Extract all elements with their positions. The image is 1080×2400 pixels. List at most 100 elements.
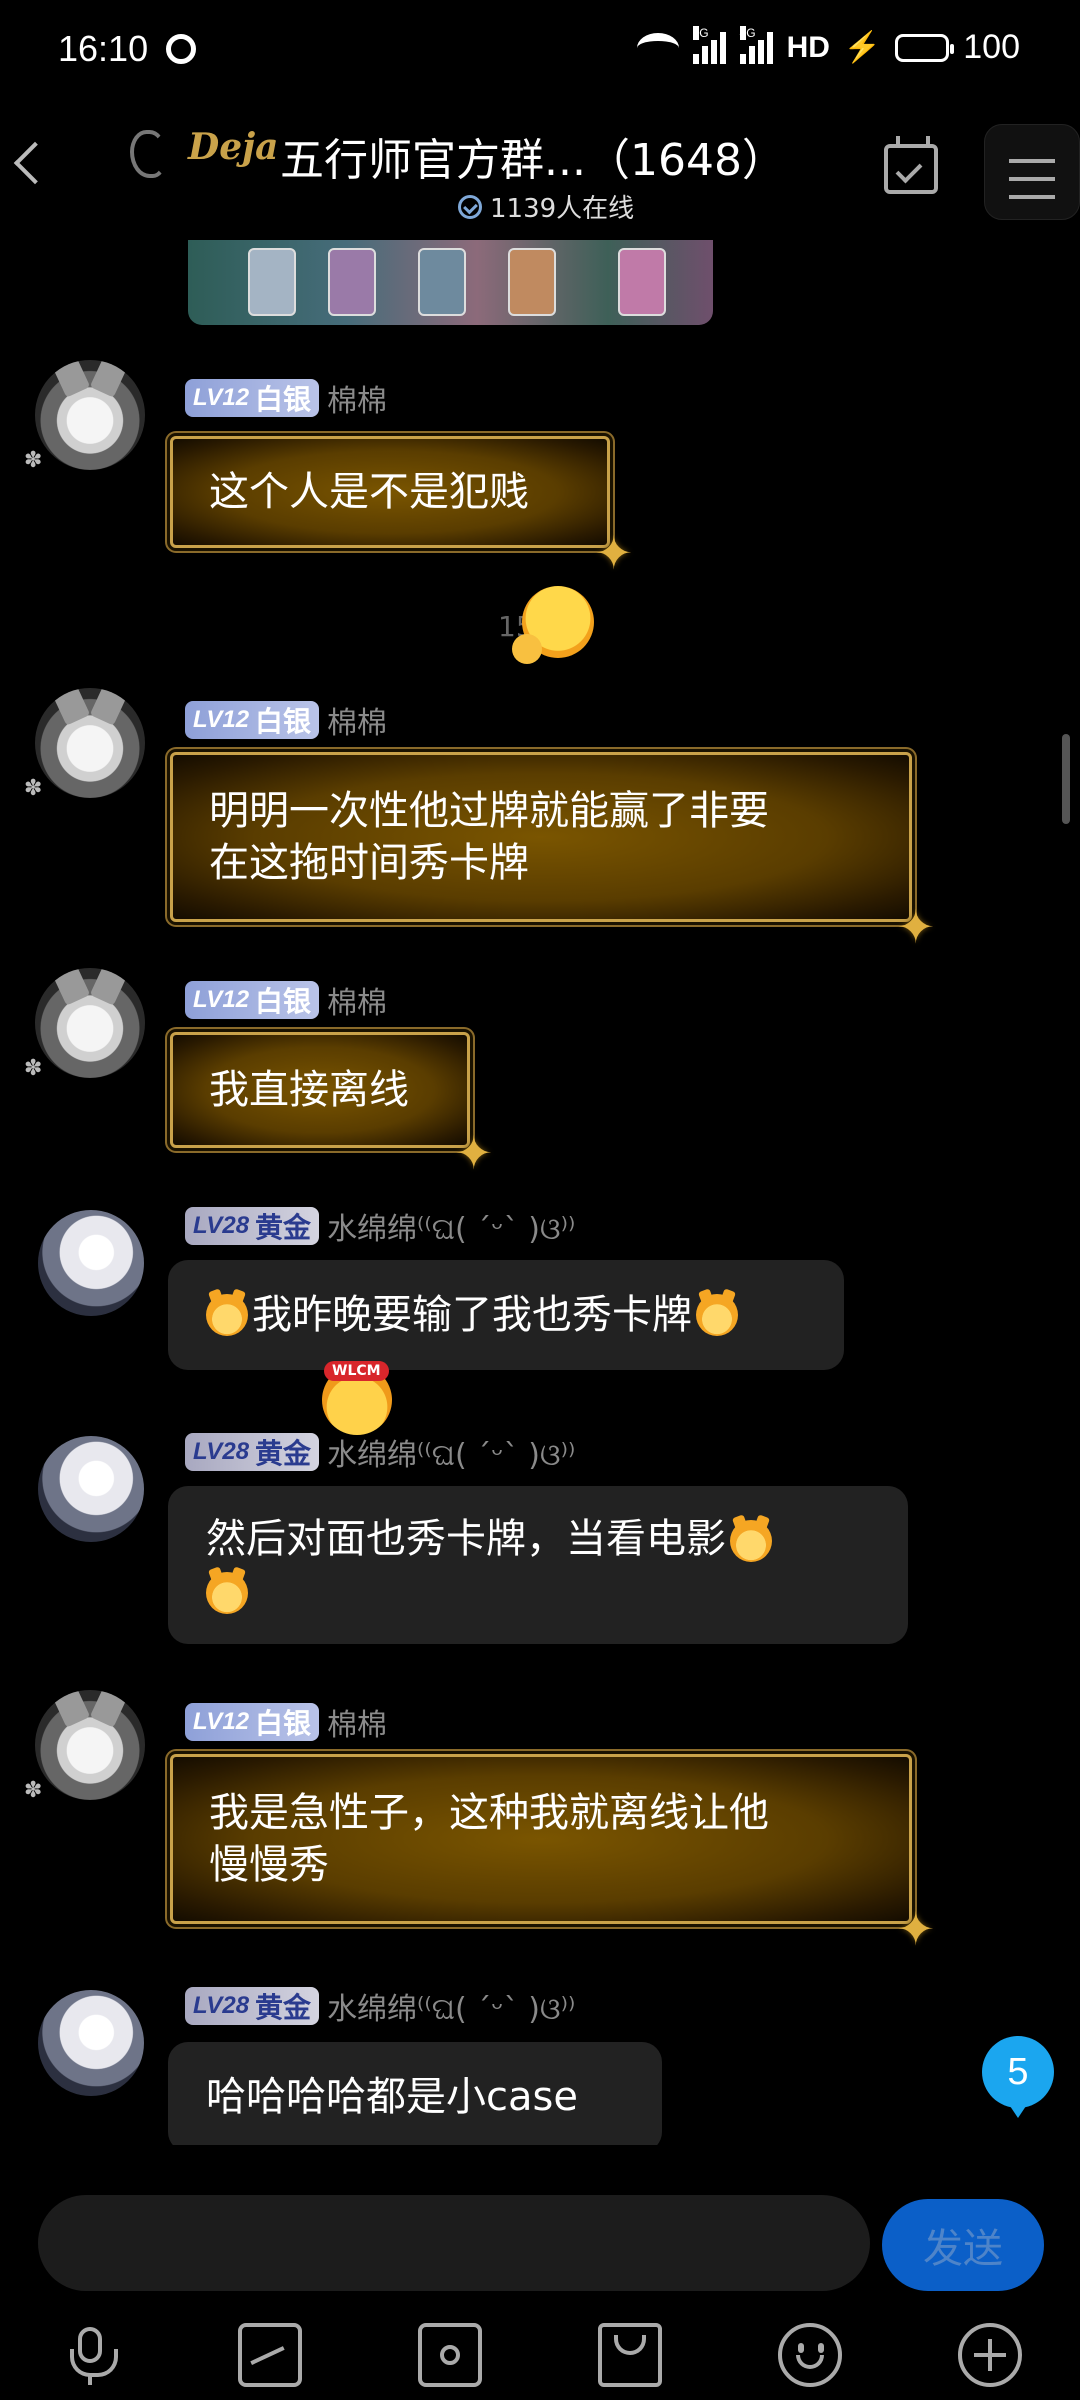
sparkle-icon: ✽ (24, 776, 43, 801)
message-text-line-1: 明明一次性他过牌就能赢了非要 (209, 788, 769, 834)
signal-5g-label: 5G (692, 25, 709, 40)
ear-icon[interactable] (130, 130, 166, 178)
chat-area[interactable]: ✽ LV12 白银 棉棉 这个人是不是犯贱 15 ✽ LV12 白银 棉棉 明明… (0, 240, 1080, 2145)
scrollbar[interactable] (1062, 734, 1070, 824)
signal-4g-icon: 4G (739, 25, 773, 64)
message-text-line-2: 在这拖时间秀卡牌 (209, 840, 529, 886)
rank-label: 白银 (255, 986, 312, 1017)
message-meta: LV12 白银 棉棉 (185, 1700, 387, 1744)
avatar[interactable] (35, 360, 145, 470)
level-label: LV12 (193, 1708, 250, 1735)
hd-indicator: HD (786, 30, 830, 64)
group-title[interactable]: 五行师官方群...（1648） (280, 124, 786, 188)
message-bubble[interactable]: 我是急性子，这种我就离线让他 慢慢秀 (170, 1754, 935, 1955)
gift-bag-icon[interactable] (598, 2323, 662, 2387)
message-meta: LV28 黄金 水绵绵⁽⁽ଘ( ˊᵕˋ )ଓ⁾⁾ (185, 1204, 575, 1248)
cat-emoji (206, 1294, 248, 1336)
sender-name[interactable]: 水绵绵⁽⁽ଘ( ˊᵕˋ )ଓ⁾⁾ (327, 1430, 575, 1474)
message-meta: LV12 白银 棉棉 (185, 698, 387, 742)
sender-name[interactable]: 棉棉 (327, 1700, 387, 1744)
wifi-icon (636, 32, 679, 63)
message-text: 我昨晚要输了我也秀卡牌 (252, 1292, 692, 1338)
level-badge: LV12 白银 (185, 1703, 320, 1741)
battery-level: 100 (963, 28, 1020, 66)
avatar[interactable] (35, 1690, 145, 1800)
sparkle-icon: ✽ (24, 1056, 43, 1081)
message-bubble[interactable]: 我直接离线 (170, 1032, 493, 1179)
avatar[interactable] (35, 688, 145, 798)
welcome-emoji: WLCM (322, 1361, 392, 1435)
battery-icon (895, 33, 955, 62)
camera-icon[interactable] (418, 2323, 482, 2387)
message-text-line-2: 慢慢秀 (209, 1842, 329, 1888)
message-input[interactable] (38, 2195, 870, 2291)
message-text: 哈哈哈哈都是小case (206, 2074, 578, 2120)
message-bubble[interactable]: 这个人是不是犯贱 (170, 436, 633, 579)
cat-emoji (206, 1572, 248, 1614)
message-bubble[interactable]: 我昨晚要输了我也秀卡牌 (168, 1260, 844, 1370)
plus-icon[interactable] (958, 2323, 1022, 2387)
deja-logo: Deja (188, 126, 279, 168)
rank-label: 白银 (255, 706, 312, 737)
rank-label: 黄金 (255, 1438, 312, 1469)
rank-label: 黄金 (255, 1992, 312, 2023)
message-meta: LV28 黄金 水绵绵⁽⁽ଘ( ˊᵕˋ )ଓ⁾⁾ (185, 1430, 575, 1474)
level-label: LV28 (193, 1438, 250, 1465)
toolbar (0, 2323, 1080, 2393)
microphone-icon[interactable] (58, 2323, 122, 2387)
status-time: 16:10 (58, 28, 149, 69)
message-bubble[interactable]: 然后对面也秀卡牌，当看电影 (168, 1486, 908, 1644)
level-label: LV12 (193, 986, 250, 1013)
level-badge: LV28 黄金 (185, 1433, 320, 1471)
avatar[interactable] (35, 968, 145, 1078)
sparkle-icon: ✽ (24, 1778, 43, 1803)
level-label: LV28 (193, 1992, 250, 2019)
level-badge: LV12 白银 (185, 981, 320, 1019)
input-bar: 发送 (0, 2145, 1080, 2400)
avatar[interactable] (38, 1990, 144, 2096)
sender-name[interactable]: 棉棉 (327, 698, 387, 742)
level-badge: LV12 白银 (185, 701, 320, 739)
game-screenshot-image[interactable] (188, 240, 713, 325)
rank-label: 白银 (255, 384, 312, 415)
status-sync-icon (166, 34, 196, 64)
cat-emoji (730, 1520, 772, 1562)
level-label: LV12 (193, 706, 250, 733)
message-meta: LV28 黄金 水绵绵⁽⁽ଘ( ˊᵕˋ )ଓ⁾⁾ (185, 1984, 575, 2028)
avatar[interactable] (38, 1436, 144, 1542)
online-count-label: 1139人在线 (490, 194, 635, 224)
message-meta: LV12 白银 棉棉 (185, 376, 387, 420)
message-text: 这个人是不是犯贱 (209, 469, 529, 515)
rank-label: 黄金 (255, 1212, 312, 1243)
message-bubble[interactable]: 哈哈哈哈都是小case (168, 2042, 662, 2145)
shy-face-emoji (512, 586, 594, 664)
online-count: 1139人在线 (458, 188, 634, 225)
sender-name[interactable]: 棉棉 (327, 376, 387, 420)
back-icon[interactable] (13, 141, 57, 185)
signal-5g-icon: 5G (692, 25, 726, 64)
sparkle-icon: ✽ (24, 448, 43, 473)
sender-name[interactable]: 水绵绵⁽⁽ଘ( ˊᵕˋ )ଓ⁾⁾ (327, 1984, 575, 2028)
avatar[interactable] (38, 1210, 144, 1316)
level-badge: LV12 白银 (185, 379, 320, 417)
verified-icon (458, 194, 482, 219)
sender-name[interactable]: 水绵绵⁽⁽ଘ( ˊᵕˋ )ଓ⁾⁾ (327, 1204, 575, 1248)
chat-header: Deja 五行师官方群...（1648） 1139人在线 (0, 100, 1080, 240)
level-label: LV12 (193, 384, 250, 411)
emoji-icon[interactable] (778, 2323, 842, 2387)
rank-label: 白银 (255, 1708, 312, 1739)
cat-emoji (696, 1294, 738, 1336)
level-badge: LV28 黄金 (185, 1987, 320, 2025)
welcome-emoji-label: WLCM (324, 1361, 389, 1381)
message-text-line-1: 我是急性子，这种我就离线让他 (209, 1790, 769, 1836)
menu-button[interactable] (984, 124, 1080, 220)
message-bubble[interactable]: 明明一次性他过牌就能赢了非要 在这拖时间秀卡牌 (170, 752, 935, 953)
image-icon[interactable] (238, 2323, 302, 2387)
send-button[interactable]: 发送 (882, 2199, 1044, 2291)
message-text: 然后对面也秀卡牌，当看电影 (206, 1516, 726, 1562)
sender-name[interactable]: 棉棉 (327, 978, 387, 1022)
calendar-check-icon[interactable] (884, 136, 938, 194)
status-bar: 16:10 5G 4G HD ⚡ 100 (0, 0, 1080, 100)
unread-count-badge[interactable]: 5 (982, 2036, 1054, 2118)
status-icons: 5G 4G HD ⚡ 100 (636, 25, 1020, 67)
